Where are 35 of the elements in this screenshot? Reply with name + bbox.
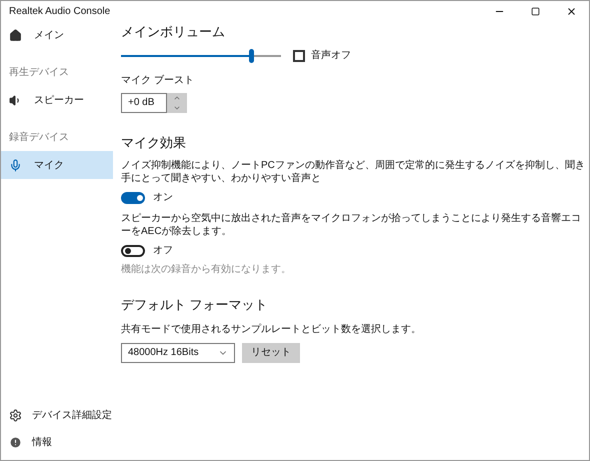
toggle-switch[interactable] [121,192,145,204]
section-header: 録音デバイス [8,130,70,145]
settings-icon [9,409,22,422]
section-header: 再生デバイス [8,66,70,80]
boost-field[interactable]: +0 dB [121,92,167,112]
note-text: 機能は次の録音から有効になります。 [121,262,292,277]
increment-button[interactable] [167,92,187,102]
toggle-switch[interactable] [121,244,145,256]
mute-checkbox[interactable] [293,50,305,62]
effect-description: ノイズ抑制機能により、ノートPCファンの動作音など、周囲で定常的に発生するノイズを抑制し、聞き手にとって聞きやすい、わかりやすい音声と [121,159,585,185]
sidebar-item[interactable]: 情報 [1,429,113,456]
sidebar-item[interactable]: マイク [1,151,113,179]
section-title: メインボリューム [121,23,226,41]
format-description: 共有モードで使用されるサンプルレートとビット数を選択します。 [121,322,422,336]
microphone-icon [9,158,22,172]
field-label: マイク ブースト [121,74,195,88]
toggle-label: オン [153,191,173,205]
home-icon [9,28,22,42]
reset-button[interactable]: リセット [242,342,300,362]
volume-slider[interactable] [121,48,281,62]
section-title: デフォルト フォーマット [121,296,269,314]
section-title: マイク効果 [121,134,187,152]
speaker-icon [9,94,22,106]
mute-label: 音声オフ [311,48,351,63]
effect-description: スピーカーから空気中に放出された音声をマイクロフォンが拾ってしまうことにより発生する音響エコーをAECが除去します。 [121,212,582,238]
info-icon [9,436,22,449]
sidebar-item[interactable]: スピーカー [1,86,113,114]
sidebar-item[interactable]: メイン [1,21,113,49]
window-title: Realtek Audio Console [8,4,112,18]
format-dropdown[interactable]: 48000Hz 16Bits [121,342,235,362]
close-icon [566,6,576,16]
slider-thumb[interactable] [248,48,254,62]
sidebar-item[interactable]: デバイス詳細設定 [1,402,113,429]
toggle-label: オフ [153,244,173,258]
maximize-icon [530,6,540,16]
